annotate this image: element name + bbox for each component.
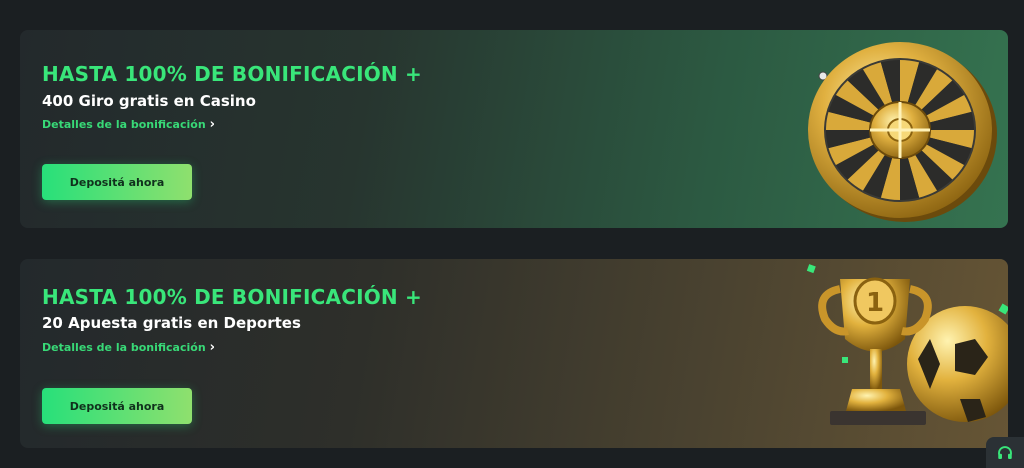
sports-promo-card: HASTA 100% DE BONIFICACIÓN + 20 Apuesta …: [20, 259, 1008, 448]
deposit-now-button[interactable]: Depositá ahora: [42, 164, 192, 200]
promo-headline: HASTA 100% DE BONIFICACIÓN +: [42, 285, 422, 309]
chevron-right-icon: ›: [209, 117, 216, 132]
casino-promo-card: HASTA 100% DE BONIFICACIÓN + 400 Giro gr…: [20, 30, 1008, 228]
svg-text:1: 1: [866, 288, 884, 318]
bonus-details-link[interactable]: Detalles de la bonificación ›: [42, 118, 215, 131]
promo-subline: 400 Giro gratis en Casino: [42, 92, 256, 110]
bonus-details-label: Detalles de la bonificación: [42, 118, 206, 131]
promo-subline: 20 Apuesta gratis en Deportes: [42, 314, 301, 332]
headset-icon: [998, 445, 1012, 459]
bonus-details-label: Detalles de la bonificación: [42, 341, 206, 354]
deposit-now-button[interactable]: Depositá ahora: [42, 388, 192, 424]
chevron-right-icon: ›: [209, 340, 216, 355]
trophy-and-ball-image: 1: [806, 264, 1008, 425]
promo-headline: HASTA 100% DE BONIFICACIÓN +: [42, 62, 422, 86]
support-chat-button[interactable]: [986, 437, 1024, 468]
roulette-wheel-image: [808, 42, 997, 222]
bonus-details-link[interactable]: Detalles de la bonificación ›: [42, 341, 215, 354]
